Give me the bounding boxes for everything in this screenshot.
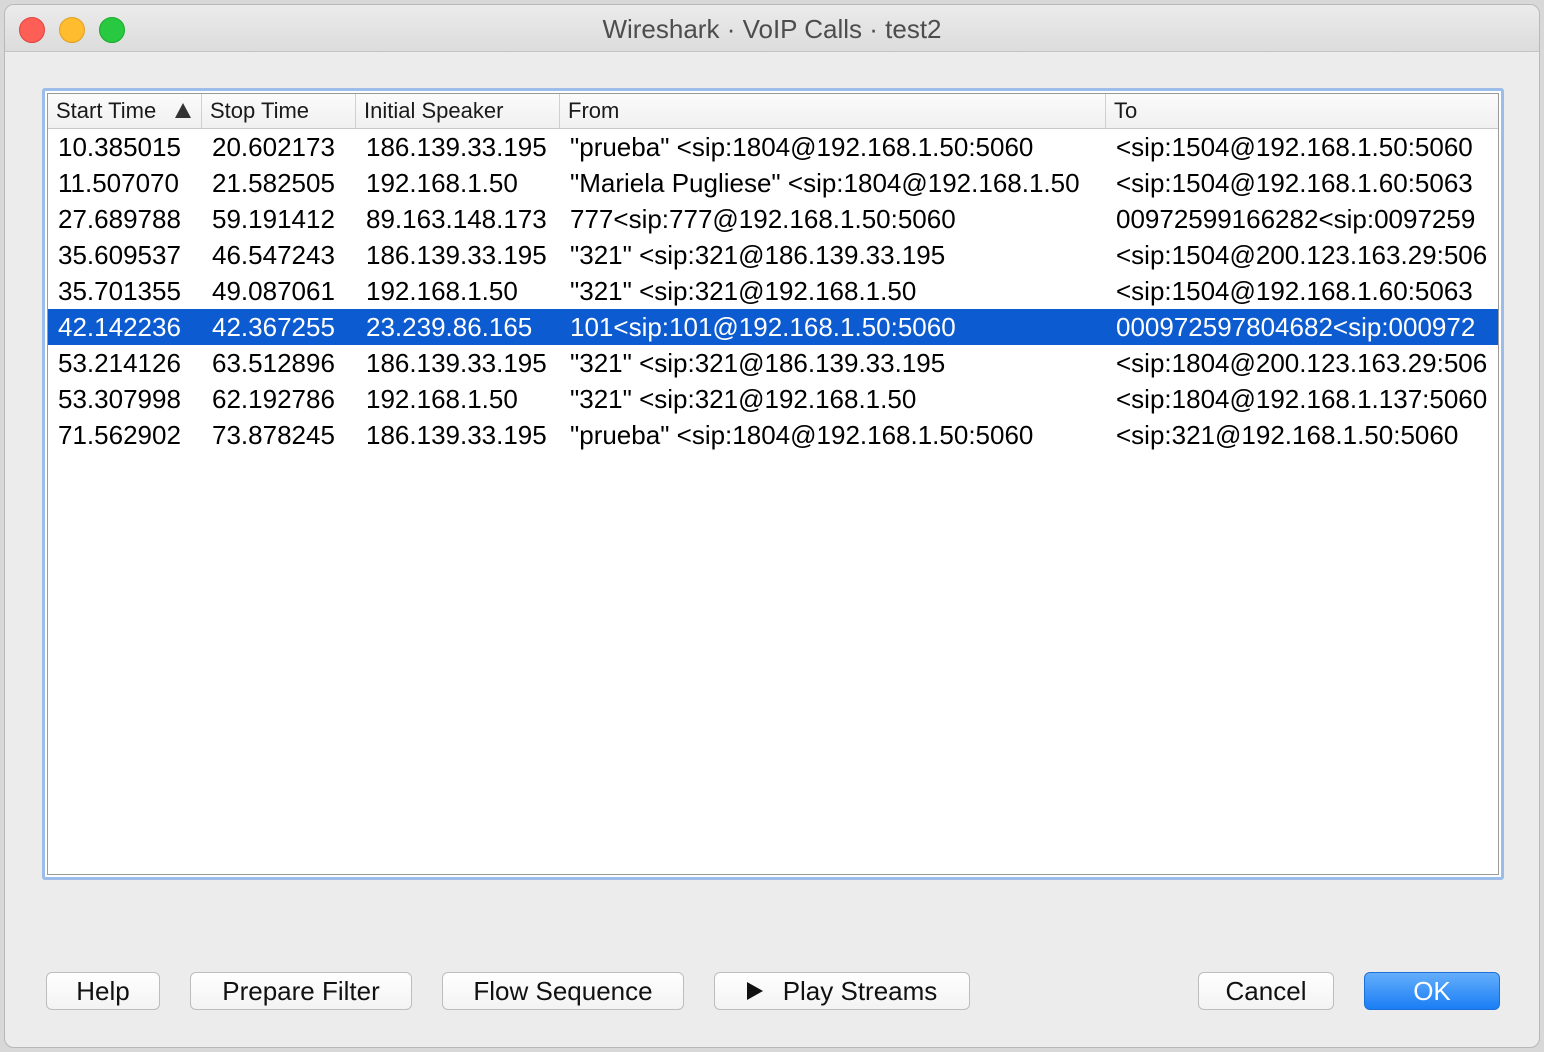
flow-sequence-button-label: Flow Sequence xyxy=(473,975,653,1006)
prepare-filter-button-label: Prepare Filter xyxy=(222,975,380,1006)
cell-initial-speaker: 89.163.148.173 xyxy=(366,204,547,234)
cell-to: 00972599166282<sip:0097259 xyxy=(1116,204,1476,234)
table-row[interactable]: 10.385015 20.602173 186.139.33.195 "prueba"… xyxy=(48,129,1498,165)
table-header: Start Time Stop Time Initial Speaker Fro… xyxy=(48,94,1498,129)
cell-initial-speaker: 192.168.1.50 xyxy=(366,168,518,198)
cell-stop-time: 49.087061 xyxy=(212,276,335,306)
table-row[interactable]: 53.307998 62.192786 192.168.1.50 "321" <sip… xyxy=(48,381,1498,417)
calls-table[interactable]: Start Time Stop Time Initial Speaker Fro… xyxy=(42,88,1504,880)
help-button-label: Help xyxy=(76,975,130,1006)
cell-stop-time: 59.191412 xyxy=(212,204,335,234)
column-header-label: From xyxy=(568,98,620,123)
column-header-label: Initial Speaker xyxy=(364,98,504,123)
cell-initial-speaker: 192.168.1.50 xyxy=(366,276,518,306)
table-body: 10.385015 20.602173 186.139.33.195 "prueba"… xyxy=(48,129,1498,453)
cell-start-time: 71.562902 xyxy=(58,420,181,450)
sort-ascending-icon xyxy=(175,103,191,118)
cell-from: "Mariela Pugliese" <sip:1804@192.168.1.5… xyxy=(570,168,1080,198)
cell-to: <sip:321@192.168.1.50:5060 xyxy=(1116,420,1459,450)
table-row[interactable]: 27.689788 59.191412 89.163.148.173 777<sip:… xyxy=(48,201,1498,237)
column-header-stop-time[interactable]: Stop Time xyxy=(202,94,356,128)
cell-start-time: 53.307998 xyxy=(58,384,181,414)
cell-to: <sip:1504@192.168.1.50:5060 xyxy=(1116,132,1473,162)
cell-start-time: 10.385015 xyxy=(58,132,181,162)
cancel-button-label: Cancel xyxy=(1225,975,1307,1006)
cell-initial-speaker: 23.239.86.165 xyxy=(366,312,533,342)
cell-from: "321" <sip:321@186.139.33.195 xyxy=(570,348,946,378)
table-row[interactable]: 11.507070 21.582505 192.168.1.50 "Mariela P… xyxy=(48,165,1498,201)
cell-to: <sip:1804@192.168.1.137:5060 xyxy=(1116,384,1488,414)
cell-to: <sip:1504@200.123.163.29:506 xyxy=(1116,240,1488,270)
cell-start-time: 27.689788 xyxy=(58,204,181,234)
column-header-start-time[interactable]: Start Time xyxy=(48,94,202,128)
window-title: Wireshark · VoIP Calls · test2 xyxy=(602,14,942,44)
cell-stop-time: 21.582505 xyxy=(212,168,335,198)
cell-stop-time: 63.512896 xyxy=(212,348,335,378)
table-row[interactable]: 35.609537 46.547243 186.139.33.195 "321" <s… xyxy=(48,237,1498,273)
cell-from: "321" <sip:321@192.168.1.50 xyxy=(570,384,917,414)
table-row[interactable]: 53.214126 63.512896 186.139.33.195 "321" <s… xyxy=(48,345,1498,381)
cell-start-time: 53.214126 xyxy=(58,348,181,378)
cell-stop-time: 42.367255 xyxy=(212,312,335,342)
play-streams-button-label: Play Streams xyxy=(782,975,938,1006)
cell-from: 777<sip:777@192.168.1.50:5060 xyxy=(570,204,956,234)
cell-start-time: 42.142236 xyxy=(58,312,181,342)
cell-to: <sip:1504@192.168.1.60:5063 xyxy=(1116,168,1473,198)
cell-initial-speaker: 186.139.33.195 xyxy=(366,132,547,162)
cell-start-time: 35.701355 xyxy=(58,276,181,306)
cell-initial-speaker: 186.139.33.195 xyxy=(366,240,547,270)
cell-from: "321" <sip:321@186.139.33.195 xyxy=(570,240,946,270)
cell-from: "prueba" <sip:1804@192.168.1.50:5060 xyxy=(570,420,1034,450)
cell-start-time: 35.609537 xyxy=(58,240,181,270)
cell-to: 000972597804682<sip:000972 xyxy=(1116,312,1476,342)
table-row[interactable]: 35.701355 49.087061 192.168.1.50 "321" <sip… xyxy=(48,273,1498,309)
voip-calls-window: Wireshark · VoIP Calls · test2 Start Tim… xyxy=(4,4,1540,1048)
cell-stop-time: 62.192786 xyxy=(212,384,335,414)
cell-from: "321" <sip:321@192.168.1.50 xyxy=(570,276,917,306)
cell-initial-speaker: 192.168.1.50 xyxy=(366,384,518,414)
ok-button[interactable]: OK xyxy=(1364,972,1500,1010)
title-bar[interactable]: Wireshark · VoIP Calls · test2 xyxy=(5,5,1539,52)
column-header-label: Stop Time xyxy=(210,98,310,123)
column-header-from[interactable]: From xyxy=(560,94,1106,128)
cell-stop-time: 73.878245 xyxy=(212,420,335,450)
cell-from: 101<sip:101@192.168.1.50:5060 xyxy=(570,312,956,342)
cancel-button[interactable]: Cancel xyxy=(1198,972,1334,1010)
column-header-initial-speaker[interactable]: Initial Speaker xyxy=(356,94,560,128)
table-row[interactable]: 71.562902 73.878245 186.139.33.195 "prueba"… xyxy=(48,417,1498,453)
play-streams-button[interactable]: Play Streams xyxy=(714,972,970,1010)
calls-table-viewport[interactable]: Start Time Stop Time Initial Speaker Fro… xyxy=(47,93,1499,875)
cell-to: <sip:1804@200.123.163.29:506 xyxy=(1116,348,1488,378)
cell-initial-speaker: 186.139.33.195 xyxy=(366,348,547,378)
cell-start-time: 11.507070 xyxy=(58,168,179,198)
prepare-filter-button[interactable]: Prepare Filter xyxy=(190,972,412,1010)
ok-button-label: OK xyxy=(1413,975,1451,1006)
cell-stop-time: 46.547243 xyxy=(212,240,335,270)
cell-initial-speaker: 186.139.33.195 xyxy=(366,420,547,450)
column-header-label: To xyxy=(1114,98,1138,123)
play-icon xyxy=(746,982,763,1000)
help-button[interactable]: Help xyxy=(46,972,160,1010)
flow-sequence-button[interactable]: Flow Sequence xyxy=(442,972,684,1010)
cell-stop-time: 20.602173 xyxy=(212,132,335,162)
cell-from: "prueba" <sip:1804@192.168.1.50:5060 xyxy=(570,132,1034,162)
cell-to: <sip:1504@192.168.1.60:5063 xyxy=(1116,276,1473,306)
column-header-label: Start Time xyxy=(56,98,157,123)
table-row[interactable]: 42.142236 42.367255 23.239.86.165 101<sip:1… xyxy=(48,309,1498,345)
column-header-to[interactable]: To xyxy=(1106,94,1498,128)
